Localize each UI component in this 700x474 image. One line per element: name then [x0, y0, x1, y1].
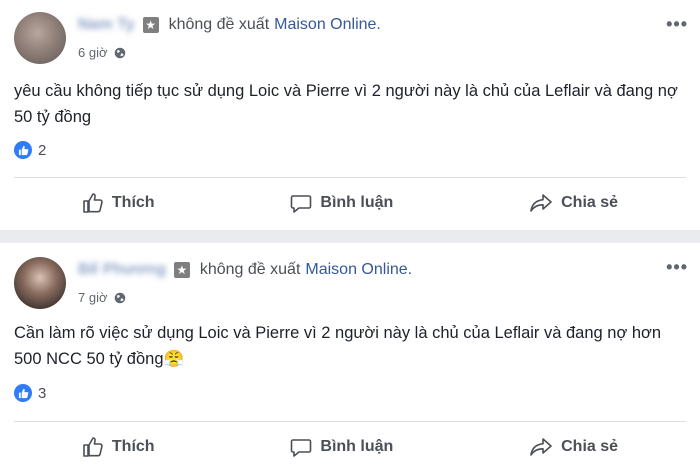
like-button[interactable]: Thích	[82, 192, 155, 214]
reaction-summary[interactable]: 3	[14, 384, 46, 402]
like-reaction-icon	[14, 141, 32, 159]
post-text: Cần làm rõ việc sử dụng Loic và Pierre v…	[14, 324, 662, 368]
avatar[interactable]	[14, 257, 66, 309]
like-count: 3	[38, 384, 47, 402]
post-meta: 6 giờ	[78, 45, 126, 60]
action-bar: Thích Bình luận Chia sẻ	[14, 186, 686, 220]
reaction-summary[interactable]: 2	[14, 141, 46, 159]
comment-icon	[291, 195, 312, 213]
author-name[interactable]: Bế Phương	[78, 261, 166, 279]
like-reaction-icon	[14, 384, 32, 402]
page-link[interactable]: Maison Online.	[274, 16, 381, 34]
share-button[interactable]: Chia sẻ	[529, 192, 618, 214]
page-link[interactable]: Maison Online.	[305, 261, 412, 279]
comment-button[interactable]: Bình luận	[290, 436, 393, 458]
share-icon	[530, 194, 552, 212]
comment-label: Bình luận	[320, 194, 394, 211]
review-star-icon: ★	[173, 262, 190, 278]
recommendation-verb: không đề xuất	[199, 261, 301, 278]
divider	[14, 421, 686, 422]
like-count: 2	[38, 141, 47, 159]
share-icon	[530, 438, 552, 456]
recommendation-verb: không đề xuất	[168, 16, 270, 33]
post-header: Nam Ty ★ không đề xuất Maison Online.	[78, 16, 381, 34]
globe-icon	[114, 47, 125, 58]
share-label: Chia sẻ	[561, 194, 619, 211]
comment-label: Bình luận	[320, 438, 394, 455]
avatar[interactable]	[14, 12, 66, 64]
post-card: Nam Ty ★ không đề xuất Maison Online. 6 …	[0, 0, 700, 230]
like-label: Thích	[111, 194, 155, 211]
action-bar: Thích Bình luận Chia sẻ	[14, 430, 686, 464]
like-button[interactable]: Thích	[82, 436, 155, 458]
comment-button[interactable]: Bình luận	[290, 192, 393, 214]
globe-icon	[114, 292, 125, 303]
more-options-icon[interactable]: •••	[666, 14, 688, 35]
post-header: Bế Phương ★ không đề xuất Maison Online.	[78, 261, 412, 279]
share-button[interactable]: Chia sẻ	[529, 436, 618, 458]
post-meta: 7 giờ	[78, 290, 126, 305]
comment-icon	[291, 439, 312, 457]
share-label: Chia sẻ	[561, 438, 619, 455]
thumbs-up-icon	[83, 193, 103, 213]
post-timestamp[interactable]: 6 giờ	[78, 45, 108, 60]
post-text: yêu cầu không tiếp tục sử dụng Loic và P…	[14, 82, 678, 126]
review-star-icon: ★	[142, 17, 159, 33]
thumbs-up-icon	[83, 437, 103, 457]
like-label: Thích	[111, 438, 155, 455]
post-timestamp[interactable]: 7 giờ	[78, 290, 108, 305]
divider	[14, 177, 686, 178]
author-name[interactable]: Nam Ty	[78, 16, 135, 34]
post-card: Bế Phương ★ không đề xuất Maison Online.…	[0, 243, 700, 474]
more-options-icon[interactable]: •••	[666, 257, 688, 278]
